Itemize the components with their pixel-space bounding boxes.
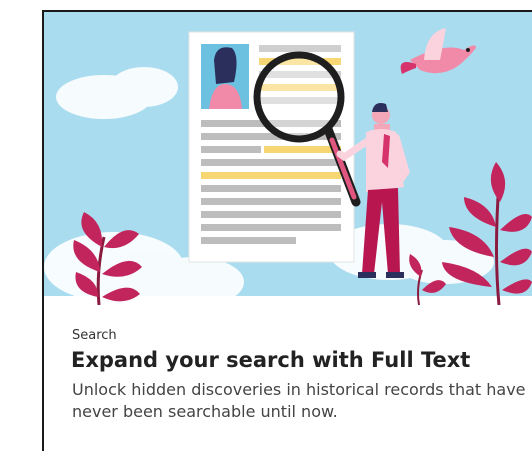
card-title[interactable]: Expand your search with Full Text <box>71 346 470 374</box>
card-description: Unlock hidden discoveries in historical … <box>72 380 526 421</box>
card-illustration <box>44 12 532 305</box>
feature-card[interactable]: Search Expand your search with Full Text… <box>42 10 532 451</box>
card-eyebrow: Search <box>72 328 117 343</box>
